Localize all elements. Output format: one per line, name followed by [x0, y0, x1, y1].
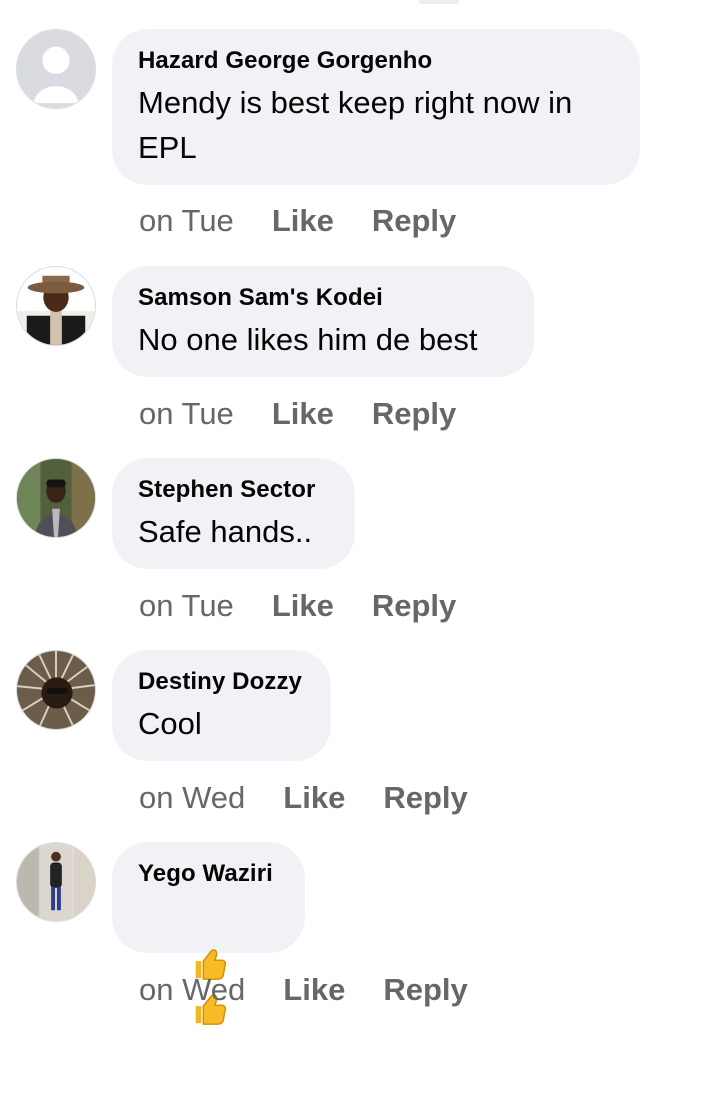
comment-actions: on Tue Like Reply	[139, 394, 456, 434]
profile-photo-rays-icon	[17, 651, 95, 729]
comment-time[interactable]: on Tue	[139, 201, 234, 241]
comment-author[interactable]: Yego Waziri	[138, 860, 277, 888]
previous-reply-fragment	[418, 0, 466, 4]
avatar[interactable]	[16, 29, 96, 109]
like-button[interactable]: Like	[272, 394, 334, 434]
comment-author[interactable]: Samson Sam's Kodei	[138, 284, 506, 312]
comment-author[interactable]: Destiny Dozzy	[138, 668, 303, 696]
like-button[interactable]: Like	[272, 586, 334, 626]
avatar[interactable]	[16, 650, 96, 730]
comment-text: Mendy is best keep right now in EPL	[138, 85, 581, 165]
comment-time[interactable]: on Tue	[139, 586, 234, 626]
comment-bubble: Destiny Dozzy Cool	[112, 650, 331, 761]
reply-button[interactable]: Reply	[372, 201, 456, 241]
like-button[interactable]: Like	[272, 201, 334, 241]
comment-author[interactable]: Hazard George Gorgenho	[138, 47, 612, 75]
profile-photo-man-hat-icon	[17, 267, 95, 345]
comment-text: Safe hands..	[138, 514, 313, 549]
profile-photo-standing-man-icon	[17, 843, 95, 921]
comment-author[interactable]: Stephen Sector	[138, 476, 327, 504]
profile-photo-man-suit-icon	[17, 459, 95, 537]
reply-button[interactable]: Reply	[383, 778, 467, 818]
avatar[interactable]	[16, 842, 96, 922]
reply-button[interactable]: Reply	[372, 394, 456, 434]
comment-actions: on Tue Like Reply	[139, 201, 456, 241]
avatar[interactable]	[16, 458, 96, 538]
comment-actions: on Wed Like Reply	[139, 778, 468, 818]
reply-button[interactable]: Reply	[383, 970, 467, 1010]
comment-bubble: Yego Waziri 👍👍	[112, 842, 305, 1025]
default-avatar-icon	[17, 30, 95, 108]
reply-button[interactable]: Reply	[372, 586, 456, 626]
comment-time[interactable]: on Wed	[139, 778, 245, 818]
comment-time[interactable]: on Wed	[139, 970, 245, 1010]
comment-actions: on Tue Like Reply	[139, 586, 456, 626]
comment-bubble: Stephen Sector Safe hands..	[112, 458, 355, 569]
comment-bubble: Samson Sam's Kodei No one likes him de b…	[112, 266, 534, 377]
comment-text: Cool	[138, 706, 202, 741]
comment-text: No one likes him de best	[138, 322, 478, 357]
like-button[interactable]: Like	[283, 970, 345, 1010]
like-button[interactable]: Like	[283, 778, 345, 818]
comment-actions: on Wed Like Reply	[139, 970, 468, 1010]
avatar[interactable]	[16, 266, 96, 346]
comment-bubble: Hazard George Gorgenho Mendy is best kee…	[112, 29, 640, 185]
comment-time[interactable]: on Tue	[139, 394, 234, 434]
